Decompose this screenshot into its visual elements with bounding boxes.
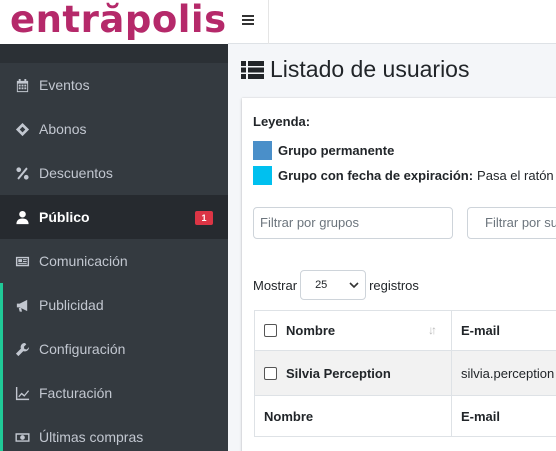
column-divider bbox=[451, 311, 452, 350]
sidebar-item-label: Comunicación bbox=[39, 253, 128, 269]
user-name: Silvia Perception bbox=[286, 365, 391, 381]
show-label: Mostrar bbox=[253, 277, 298, 293]
footer-name-cell: Nombre bbox=[264, 408, 314, 424]
logo[interactable]: entrăpolis! bbox=[10, 0, 244, 41]
legend-note: Pasa el ratón por bbox=[477, 168, 556, 183]
brand-area: entrăpolis! bbox=[0, 0, 244, 44]
row-checkbox[interactable] bbox=[264, 366, 277, 380]
table-footer-row: Nombre E-mail bbox=[255, 396, 556, 436]
sidebar-item-ultimas-compras[interactable]: Últimas compras bbox=[0, 415, 228, 451]
divider bbox=[268, 0, 269, 44]
chart-line-icon bbox=[14, 385, 30, 401]
sidebar-item-publicidad[interactable]: Publicidad bbox=[0, 283, 228, 327]
list-icon bbox=[241, 60, 264, 79]
legend-label: Grupo permanente bbox=[278, 143, 395, 158]
chevron-down-icon bbox=[349, 281, 359, 288]
top-navbar bbox=[228, 0, 556, 44]
page-header: Listado de usuarios bbox=[241, 56, 469, 83]
table-header-row: Nombre ↓↑ E-mail bbox=[255, 311, 556, 351]
header-label: Nombre bbox=[286, 323, 336, 338]
legend-item-expiring: Grupo con fecha de expiración: Pasa el r… bbox=[253, 166, 556, 185]
footer-email-cell: E-mail bbox=[461, 408, 501, 424]
column-divider bbox=[451, 396, 452, 436]
sidebar-item-eventos[interactable]: Eventos bbox=[0, 63, 228, 107]
records-label: registros bbox=[369, 277, 419, 293]
sidebar-item-facturacion[interactable]: Facturación bbox=[0, 371, 228, 415]
sidebar-item-label: Eventos bbox=[39, 77, 90, 93]
sidebar-item-abonos[interactable]: Abonos bbox=[0, 107, 228, 151]
filter-groups-input[interactable]: Filtrar por grupos bbox=[253, 207, 453, 239]
row-name-cell: Silvia Perception bbox=[264, 366, 391, 381]
color-swatch bbox=[253, 166, 272, 185]
legend-title: Leyenda: bbox=[253, 114, 311, 129]
sidebar-item-label: Configuración bbox=[39, 341, 126, 357]
page-size-select[interactable]: 25 bbox=[300, 270, 367, 300]
table-row[interactable]: Silvia Perception silvia.perception bbox=[255, 351, 556, 396]
sidebar-indicator-bar bbox=[0, 283, 3, 451]
newspaper-icon bbox=[14, 253, 30, 269]
user-icon bbox=[14, 209, 30, 225]
sidebar-item-descuentos[interactable]: Descuentos bbox=[0, 151, 228, 195]
header-name-cell[interactable]: Nombre bbox=[264, 323, 335, 338]
sidebar-item-label: Descuentos bbox=[39, 165, 113, 181]
sidebar-item-publico[interactable]: Público 1 bbox=[0, 195, 228, 239]
ticket-icon bbox=[14, 121, 30, 137]
filter-other-input[interactable]: Filtrar por su bbox=[467, 207, 556, 239]
sidebar-top-strip bbox=[0, 44, 228, 63]
sidebar-item-label: Facturación bbox=[39, 385, 113, 401]
page-title: Listado de usuarios bbox=[270, 56, 470, 82]
notification-badge: 1 bbox=[195, 211, 213, 225]
money-bill-icon bbox=[14, 429, 30, 445]
sidebar-item-comunicacion[interactable]: Comunicación bbox=[0, 239, 228, 283]
page-size-value: 25 bbox=[315, 279, 328, 291]
sidebar-item-label: Publicidad bbox=[39, 297, 104, 313]
page-size-control: Mostrar 25 registros bbox=[253, 270, 419, 300]
sort-icon[interactable]: ↓↑ bbox=[428, 323, 437, 337]
column-divider bbox=[451, 351, 452, 395]
sidebar-item-label: Abonos bbox=[39, 121, 87, 137]
percent-icon bbox=[14, 165, 30, 181]
hamburger-menu-icon[interactable] bbox=[242, 15, 254, 25]
sidebar-item-label: Público bbox=[39, 209, 90, 225]
legend-label: Grupo con fecha de expiración: bbox=[278, 168, 474, 183]
calendar-icon bbox=[14, 77, 30, 93]
sidebar-item-label: Últimas compras bbox=[39, 429, 144, 445]
user-email: silvia.perception bbox=[461, 365, 555, 381]
users-table: Nombre ↓↑ E-mail Silvia Perception silvi… bbox=[254, 310, 556, 437]
wrench-icon bbox=[14, 341, 30, 357]
select-all-checkbox[interactable] bbox=[264, 324, 277, 337]
sidebar-item-configuracion[interactable]: Configuración bbox=[0, 327, 228, 371]
bullhorn-icon bbox=[14, 297, 30, 313]
legend-item-permanent: Grupo permanente bbox=[253, 141, 398, 160]
header-email-cell[interactable]: E-mail bbox=[461, 323, 500, 338]
color-swatch bbox=[253, 141, 272, 160]
